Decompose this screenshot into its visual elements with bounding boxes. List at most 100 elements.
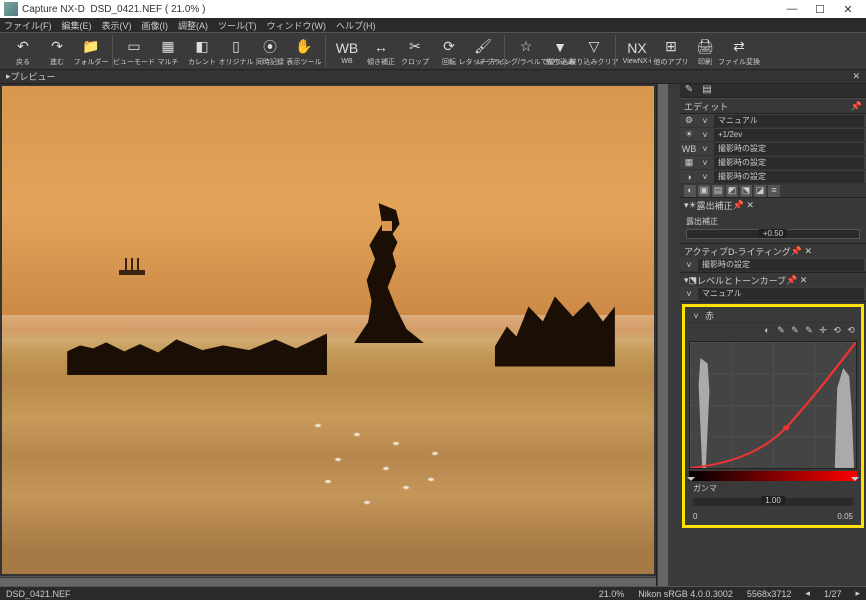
menu-edit[interactable]: 編集(E) (62, 19, 92, 32)
tb-カレント[interactable]: ◧カレント (185, 33, 219, 69)
adjust-row[interactable]: ◑˅撮影時の設定 (680, 170, 866, 184)
row-value[interactable]: 撮影時の設定 (714, 171, 864, 183)
preview-close-icon[interactable]: ✕ (852, 71, 860, 82)
menu-window[interactable]: ウィンドウ(W) (267, 19, 327, 32)
edit-panel: ✎▤ エディット 📌 ⚙˅マニュアル☀˅+1/2evWB˅撮影時の設定▦˅撮影時… (680, 84, 866, 586)
exposure-section: ▾ ☀ 露出補正📌 ✕ 露出補正 +0.50 (680, 198, 866, 244)
マルチ-icon: ▦ (159, 38, 177, 56)
photo-canvas[interactable] (2, 86, 654, 574)
adj-icon-7[interactable]: ≡ (768, 185, 780, 197)
tb-オリジナル[interactable]: ▯オリジナル (219, 33, 253, 69)
preview-tab[interactable]: プレビュー (11, 70, 56, 83)
menu-adjust[interactable]: 調整(A) (178, 19, 208, 32)
white-dropper-icon[interactable]: ✎ (803, 325, 815, 337)
menu-file[interactable]: ファイル(F) (4, 19, 52, 32)
tb-戻る[interactable]: ↶戻る (6, 33, 40, 69)
chevron-icon[interactable]: ˅ (698, 115, 712, 127)
row-value[interactable]: マニュアル (714, 115, 864, 127)
sun-icon: ☀ (689, 200, 697, 211)
chevron-icon[interactable]: ˅ (698, 171, 712, 183)
menu-help[interactable]: ヘルプ(H) (336, 19, 376, 32)
chevron-icon[interactable]: ˅ (682, 288, 696, 300)
status-next-icon[interactable]: ▸ (855, 588, 860, 599)
red-gradient-slider[interactable] (689, 471, 857, 481)
gray-dropper-icon[interactable]: ✎ (789, 325, 801, 337)
edit-header: エディット 📌 (680, 98, 866, 114)
gamma-slider[interactable]: 1.00 (693, 498, 853, 506)
row-value[interactable]: +1/2ev (714, 129, 864, 141)
h-scrollbar[interactable] (0, 576, 656, 586)
chevron-icon[interactable]: ˅ (698, 143, 712, 155)
tb-同時記録[interactable]: ⦿同時記録 (253, 33, 287, 69)
tb-進む[interactable]: ↷進む (40, 33, 74, 69)
tlabel: ビューモード (113, 57, 155, 67)
row-value[interactable]: 撮影時の設定 (714, 143, 864, 155)
black-dropper-icon[interactable]: ✎ (775, 325, 787, 337)
tb-傾き補正[interactable]: ↔傾き補正 (364, 33, 398, 69)
adjust-row[interactable]: ▦˅撮影時の設定 (680, 156, 866, 170)
status-bar: DSD_0421.NEF 21.0% Nikon sRGB 4.0.0.3002… (0, 586, 866, 600)
adj-icon-6[interactable]: ◪ (754, 185, 766, 197)
tb-フォルダー[interactable]: 📁フォルダー (74, 33, 108, 69)
tone-curve-editor[interactable] (689, 341, 857, 469)
tb-他のアプリ[interactable]: ⊞他のアプリ (654, 33, 688, 69)
pin-icon[interactable]: 📌 ✕ (733, 200, 754, 211)
meta-tab-icon[interactable]: ▤ (698, 84, 716, 97)
adj-icon-1[interactable]: ◐ (684, 185, 696, 197)
adj-icon-5[interactable]: ⬔ (740, 185, 752, 197)
tb-ViewNX-i[interactable]: NXViewNX-i (620, 33, 654, 69)
auto-contrast-icon[interactable]: ◐ (761, 325, 773, 337)
tlabel: 回転 (442, 57, 456, 67)
reset-channel-icon[interactable]: ⟲ (831, 325, 843, 337)
chevron-icon[interactable]: ˅ (698, 129, 712, 141)
reset-all-icon[interactable]: ⟲ (845, 325, 857, 337)
chevron-icon[interactable]: ˅ (682, 259, 696, 271)
pin-icon[interactable]: 📌 ✕ (786, 275, 807, 286)
pin-icon[interactable]: 📌 ✕ (791, 246, 812, 257)
status-zoom: 21.0% (599, 589, 625, 599)
tb-印刷[interactable]: 🖨印刷 (688, 33, 722, 69)
menu-image[interactable]: 画像(I) (142, 19, 169, 32)
tb-ファイル変換[interactable]: ⇄ファイル変換 (722, 33, 756, 69)
v-scrollbar[interactable] (656, 84, 668, 586)
adjust-row[interactable]: WB˅撮影時の設定 (680, 142, 866, 156)
status-prev-icon[interactable]: ◂ (805, 588, 810, 599)
edit-tab-icon[interactable]: ✎ (680, 84, 698, 97)
panel-tabs[interactable]: ✎▤ (680, 84, 866, 98)
menu-tool[interactable]: ツール(T) (218, 19, 257, 32)
side-strip (668, 84, 680, 586)
chevron-icon[interactable]: ˅ (689, 310, 703, 322)
app-icon (4, 2, 18, 16)
exposure-slider[interactable]: +0.50 (686, 229, 860, 239)
tb-レーティング/ラベルで絞り込み[interactable]: ☆レーティング/ラベルで絞り込み (509, 33, 543, 69)
curve-icon: ⬔ (689, 275, 698, 286)
pin-icon[interactable]: 📌 (851, 101, 862, 112)
channel-select[interactable]: 赤 (705, 309, 714, 322)
exposure-value: +0.50 (759, 229, 787, 238)
tb-絞り込みクリア[interactable]: ▽絞り込みクリア (577, 33, 611, 69)
add-point-icon[interactable]: ✛ (817, 325, 829, 337)
adj-icon-4[interactable]: ◩ (726, 185, 738, 197)
row-icon: ☀ (682, 129, 696, 141)
menu-view[interactable]: 表示(V) (102, 19, 132, 32)
levels-tone-section: ▾ ⬔ レベルとトーンカーブ📌 ✕ ˅マニュアル (680, 273, 866, 302)
chevron-icon[interactable]: ˅ (698, 157, 712, 169)
lt-value[interactable]: マニュアル (698, 288, 864, 300)
adl-value[interactable]: 撮影時の設定 (698, 259, 864, 271)
maximize-button[interactable]: ☐ (806, 3, 834, 16)
minimize-button[interactable]: — (778, 3, 806, 15)
ビューモード-icon: ▭ (125, 38, 143, 56)
tb-ビューモード[interactable]: ▭ビューモード (117, 33, 151, 69)
adj-icon-2[interactable]: ▣ (698, 185, 710, 197)
tlabel: 戻る (16, 57, 30, 67)
tb-クロップ[interactable]: ✂クロップ (398, 33, 432, 69)
adjust-row[interactable]: ☀˅+1/2ev (680, 128, 866, 142)
tb-WB[interactable]: WBWB (330, 33, 364, 69)
row-value[interactable]: 撮影時の設定 (714, 157, 864, 169)
adjust-row[interactable]: ⚙˅マニュアル (680, 114, 866, 128)
クロップ-icon: ✂ (406, 38, 424, 56)
tb-表示ツール[interactable]: ✋表示ツール (287, 33, 321, 69)
tb-マルチ[interactable]: ▦マルチ (151, 33, 185, 69)
close-button[interactable]: ✕ (834, 3, 862, 16)
adj-icon-3[interactable]: ▤ (712, 185, 724, 197)
